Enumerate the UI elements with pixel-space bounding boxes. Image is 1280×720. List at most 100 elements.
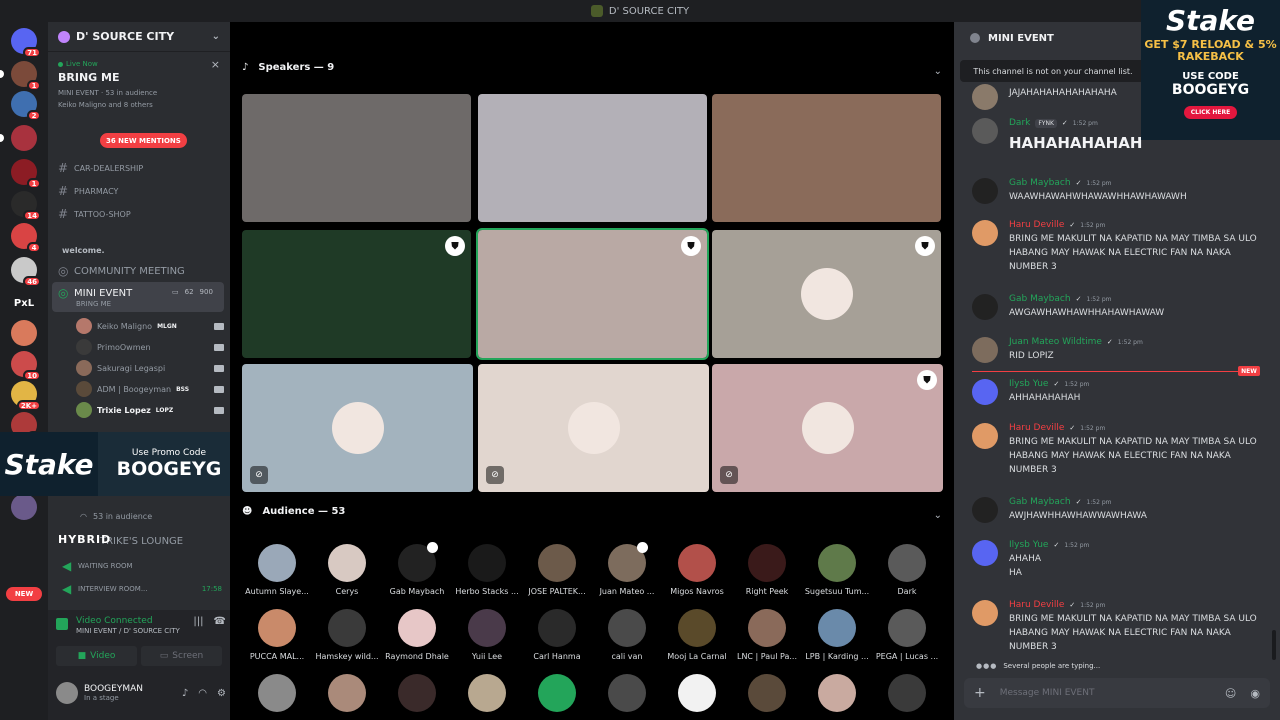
avatar[interactable] [972, 337, 998, 363]
server-server-6[interactable]: 4 [11, 223, 41, 253]
avatar[interactable] [972, 379, 998, 405]
disconnect-icon[interactable]: ☎ [214, 616, 226, 627]
voice-user[interactable]: Keiko Maligno MLGN [76, 318, 224, 334]
message-input[interactable]: + Message MINI EVENT ☺ ◉ [964, 678, 1270, 708]
author-name[interactable]: Ilysb Yue [1009, 379, 1048, 389]
server-server-11[interactable]: 2K+ [11, 381, 41, 411]
server-server-5[interactable]: 14 [11, 191, 41, 221]
author-name[interactable]: Gab Maybach [1009, 497, 1071, 507]
author-name[interactable]: Haru Deville [1009, 423, 1064, 433]
audience-member[interactable]: JOSE PALTEK... [522, 544, 592, 596]
audience-member[interactable] [522, 674, 592, 712]
avatar[interactable] [972, 600, 998, 626]
screen-share-button[interactable]: ▭ Screen [141, 646, 222, 666]
avatar[interactable] [972, 118, 998, 144]
server-server-1[interactable]: 1 [11, 61, 41, 91]
audience-member[interactable] [732, 674, 802, 712]
audience-member[interactable]: PEGA | Lucas ... [872, 609, 942, 661]
channel-mini-event[interactable]: ◎ MINI EVENT [58, 286, 132, 300]
audience-member[interactable]: Mooj La Carnal [662, 609, 732, 661]
video-button[interactable]: ■ Video [56, 646, 137, 666]
server-server-14[interactable] [11, 494, 37, 520]
scrollbar[interactable] [1272, 630, 1276, 660]
stake-ad[interactable]: Stake GET $7 RELOAD & 5% RAKEBACK USE CO… [1141, 0, 1280, 140]
voice-user[interactable]: ADM | Boogeyman BSS [76, 381, 224, 397]
headphones-icon[interactable]: ◠ [198, 688, 207, 699]
server-server-3[interactable] [11, 125, 37, 151]
channel-car-dealership[interactable]: # CAR-DEALERSHIP [58, 161, 143, 175]
audience-member[interactable]: Carl Hanma [522, 609, 592, 661]
server-server-pxl[interactable]: PxL [11, 290, 37, 316]
ad-cta-button[interactable]: CLICK HERE [1183, 106, 1238, 119]
avatar[interactable] [972, 220, 998, 246]
channel-lounge[interactable]: TRIKE'S LOUNGE [100, 536, 183, 547]
noise-suppression-icon[interactable]: ||| [193, 616, 203, 627]
avatar[interactable] [972, 294, 998, 320]
audience-member[interactable] [382, 674, 452, 712]
audience-member[interactable]: Hamskey wild... [312, 609, 382, 661]
audience-member[interactable]: Juan Mateo ... [592, 542, 662, 596]
channel-pharmacy[interactable]: # PHARMACY [58, 184, 118, 198]
live-stage-card[interactable]: Live Now BRING ME MINI EVENT · 53 in aud… [54, 56, 224, 113]
guild-header[interactable]: D' SOURCE CITY ⌄ [48, 22, 230, 52]
avatar[interactable] [972, 84, 998, 110]
audience-member[interactable]: Yuii Lee [452, 609, 522, 661]
chevron-down-icon[interactable]: ⌄ [934, 66, 942, 77]
audience-member[interactable]: Dark [872, 544, 942, 596]
gear-icon[interactable]: ⚙ [217, 688, 226, 699]
server-server-9[interactable] [11, 320, 37, 346]
voice-user[interactable]: PrimoOwmen [76, 339, 224, 355]
author-name[interactable]: Haru Deville [1009, 220, 1064, 230]
channel-tattoo-shop[interactable]: # TATTOO-SHOP [58, 207, 131, 221]
avatar[interactable] [972, 497, 998, 523]
audience-member[interactable] [242, 674, 312, 712]
author-name[interactable]: Gab Maybach [1009, 178, 1071, 188]
chevron-down-icon[interactable]: ⌄ [934, 510, 942, 521]
author-name[interactable]: Haru Deville [1009, 600, 1064, 610]
avatar[interactable] [972, 178, 998, 204]
close-icon[interactable]: × [211, 58, 220, 71]
audience-member[interactable] [452, 674, 522, 712]
audience-member[interactable] [312, 674, 382, 712]
author-name[interactable]: Juan Mateo Wildtime [1009, 337, 1102, 347]
server-server-2[interactable]: 2 [11, 91, 41, 121]
speaker-tile[interactable]: ⊘ [478, 364, 709, 492]
speaker-tile[interactable] [712, 94, 941, 222]
new-mentions-pill[interactable]: 36 NEW MENTIONS [100, 133, 187, 148]
audience-member[interactable] [802, 674, 872, 712]
voice-status-text[interactable]: Video Connected [76, 616, 180, 626]
audience-member[interactable]: Cerys [312, 544, 382, 596]
speaker-tile[interactable]: ⛊ [242, 230, 471, 358]
server-server-10[interactable]: 10 [11, 351, 41, 381]
audience-member[interactable] [872, 674, 942, 712]
speaker-tile[interactable]: ⛊ [712, 230, 941, 358]
audience-member[interactable]: Gab Maybach [382, 542, 452, 596]
gamepad-icon[interactable]: ◉ [1250, 687, 1260, 700]
author-name[interactable]: Gab Maybach [1009, 294, 1071, 304]
author-name[interactable]: Ilysb Yue [1009, 540, 1048, 550]
chevron-down-icon[interactable]: ⌄ [212, 31, 220, 42]
speaker-tile[interactable]: ⛊ [476, 228, 709, 360]
channel-waiting-room[interactable]: ◀ WAITING ROOM [62, 559, 133, 573]
plus-icon[interactable]: + [974, 685, 986, 701]
channel-welcome[interactable]: welcome. [62, 246, 105, 255]
speaker-tile[interactable]: ⛊ ⊘ [712, 364, 943, 492]
audience-member[interactable]: Herbo Stacks ... [452, 544, 522, 596]
audience-member[interactable]: Migos Navros [662, 544, 732, 596]
audience-member[interactable]: Right Peek [732, 544, 802, 596]
channel-community-meeting[interactable]: ◎ COMMUNITY MEETING [58, 264, 185, 278]
audience-member[interactable] [592, 674, 662, 712]
audience-member[interactable]: LPB | Karding ... [802, 609, 872, 661]
server-server-7[interactable]: 46 [11, 257, 41, 287]
speaker-tile[interactable]: ⊘ [242, 364, 473, 492]
speaker-tile[interactable] [242, 94, 471, 222]
audience-member[interactable]: PUCCA MAL... [242, 609, 312, 661]
microphone-icon[interactable]: ♪ [182, 688, 188, 699]
channel-interview-room[interactable]: ◀ INTERVIEW ROOM... 17:58 [62, 582, 222, 596]
emoji-icon[interactable]: ☺ [1225, 687, 1236, 700]
audience-member[interactable]: cali van [592, 609, 662, 661]
server-server-4[interactable]: 1 [11, 159, 41, 189]
voice-user[interactable]: Trixie Lopez LOPZ [76, 402, 224, 418]
server-discord-home[interactable]: 71 [11, 28, 41, 58]
audience-member[interactable]: Sugetsuu Tum... [802, 544, 872, 596]
